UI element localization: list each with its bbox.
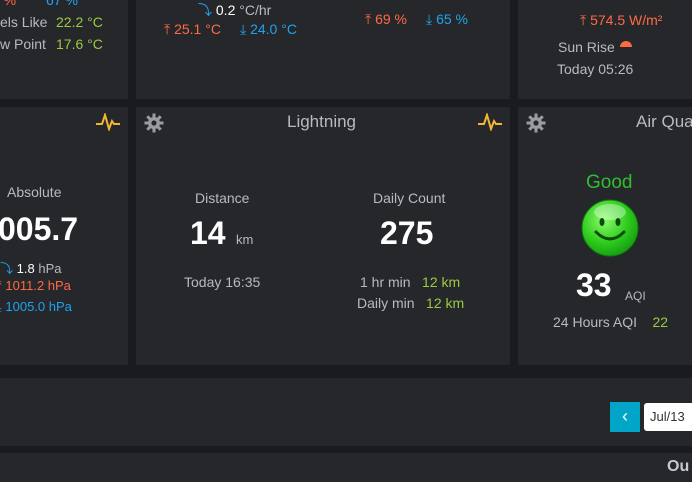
pressure-low-value: 1005.0 hPa: [5, 299, 72, 314]
solar-high-value: 574.5 W/m²: [590, 12, 663, 28]
solar-high: ⤒ 574.5 W/m²: [580, 12, 662, 29]
feels-like-label: els Like: [0, 14, 48, 30]
distance-row: 14 km: [190, 215, 253, 252]
partial-value-left: 2 %: [0, 0, 17, 8]
pressure-value: 005.7: [0, 211, 79, 247]
rate-row: ⤵ 0.2 °C/hr: [198, 0, 271, 20]
prev-date-button[interactable]: ‹: [610, 402, 640, 432]
lightning-card: Lightning Distance 14 km Today 16:35 Dai…: [136, 107, 510, 365]
date-input[interactable]: Jul/13: [644, 403, 692, 431]
humidity-low: ⤓ 65 %: [426, 11, 468, 28]
temp-high-value: 25.1 °C: [174, 21, 221, 37]
aqi-unit: AQI: [625, 289, 646, 303]
humidity-low-value: 65 %: [436, 11, 469, 27]
pressure-label: Absolute: [7, 184, 62, 200]
pressure-trend: ⤵ 1.8 hPa: [0, 258, 61, 277]
card-title: Lightning: [287, 112, 357, 131]
pulse-icon[interactable]: [96, 113, 120, 131]
humidity-high: ⤒ 69 %: [365, 11, 407, 28]
gear-icon[interactable]: [144, 113, 164, 133]
pressure-high: ⤒ 1011.2 hPa: [0, 278, 71, 294]
count-value: 275: [380, 215, 434, 251]
dew-point-label: w Point: [0, 36, 46, 52]
dew-point-value: 17.6 °C: [56, 36, 103, 52]
temp-low-value: 24.0 °C: [250, 21, 297, 37]
hr-min-value: 12 km: [422, 274, 461, 290]
pressure-trend-unit: hPa: [38, 261, 62, 276]
distance-time: Today 16:35: [184, 274, 261, 290]
sun-icon: [620, 41, 632, 47]
arrow-up-icon: ⤒: [164, 21, 171, 37]
daily-min-label: Daily min: [357, 295, 415, 311]
air-quality-card: Air Qua Good 33 AQI 24 Hours AQI 22: [518, 107, 692, 365]
aqi-24h-row: 24 Hours AQI 22: [553, 314, 668, 332]
daily-min-row: Daily min 12 km: [357, 295, 464, 313]
gear-icon[interactable]: [526, 113, 546, 133]
section-heading: Ou: [667, 458, 690, 475]
pressure-trend-value: 1.8: [16, 261, 35, 276]
arrow-up-icon: ⤒: [365, 11, 372, 27]
arrow-down-icon: ⤓: [426, 11, 433, 27]
sun-rise-time: Today 05:26: [557, 61, 634, 77]
rate-unit: °C/hr: [239, 2, 272, 18]
trend-down-icon: ⤵: [0, 261, 14, 276]
pressure-low: ⤓ 1005.0 hPa: [0, 299, 72, 315]
aqi-24h-label: 24 Hours AQI: [553, 314, 638, 330]
distance-value: 14: [190, 215, 226, 251]
top-right-card: ⤒ 574.5 W/m² Sun Rise Today 05:26: [518, 0, 692, 99]
count-label: Daily Count: [373, 190, 446, 206]
pressure-high-value: 1011.2 hPa: [5, 278, 71, 293]
aqi-24h-value: 22: [652, 314, 669, 330]
arrow-up-icon: ⤒: [0, 278, 2, 293]
chevron-left-icon: ‹: [622, 406, 628, 426]
rate-value: 0.2: [215, 2, 236, 18]
arrow-up-icon: ⤒: [580, 12, 587, 28]
card-title: Air Qua: [636, 112, 692, 131]
trend-down-icon: ⤵: [198, 2, 212, 18]
top-middle-card: ⤵ 0.2 °C/hr ⤒ 25.1 °C ⤓ 24.0 °C ⤒ 69 % ⤓…: [136, 0, 510, 99]
partial-value-right: 67 %: [46, 0, 78, 8]
date-nav-card: ‹ Jul/13: [0, 378, 692, 446]
distance-label: Distance: [195, 190, 250, 206]
pulse-icon[interactable]: [478, 113, 502, 131]
daily-min-value: 12 km: [426, 295, 465, 311]
aqi-status: Good: [586, 172, 633, 193]
pressure-card: Absolute 005.7 ⤵ 1.8 hPa ⤒ 1011.2 hPa ⤓ …: [0, 107, 128, 365]
top-left-card: 2 % 67 % els Like 22.2 °C w Point 17.6 °…: [0, 0, 128, 99]
bottom-panel: Ou: [0, 453, 692, 482]
temp-low: ⤓ 24.0 °C: [240, 21, 297, 38]
hr-min-label: 1 hr min: [360, 274, 411, 290]
sun-rise-label: Sun Rise: [558, 39, 615, 55]
distance-unit: km: [236, 232, 254, 247]
arrow-down-icon: ⤓: [0, 299, 2, 314]
temp-high: ⤒ 25.1 °C: [164, 21, 221, 38]
humidity-high-value: 69 %: [375, 11, 408, 27]
date-input-value: Jul/13: [650, 409, 685, 424]
arrow-down-icon: ⤓: [240, 21, 247, 37]
hr-min-row: 1 hr min 12 km: [360, 274, 460, 292]
aqi-value: 33: [576, 267, 612, 303]
feels-like-value: 22.2 °C: [56, 14, 103, 30]
smiley-face-icon: [580, 198, 640, 258]
